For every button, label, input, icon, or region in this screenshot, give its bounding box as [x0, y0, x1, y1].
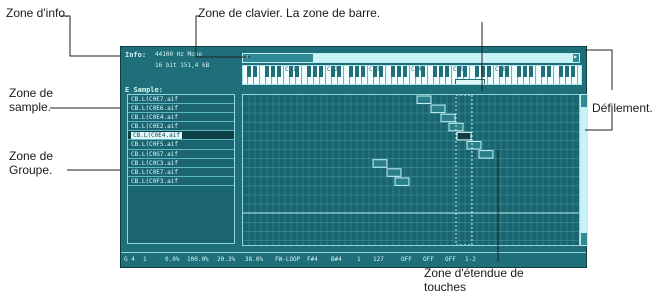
- callout-lines: [50, 15, 613, 262]
- info-leader-line: [60, 15, 120, 57]
- keyboard-leader-line: [195, 15, 250, 58]
- scroll-bottom-leader-line: [585, 112, 613, 131]
- scroll-top-leader-line: [585, 49, 613, 90]
